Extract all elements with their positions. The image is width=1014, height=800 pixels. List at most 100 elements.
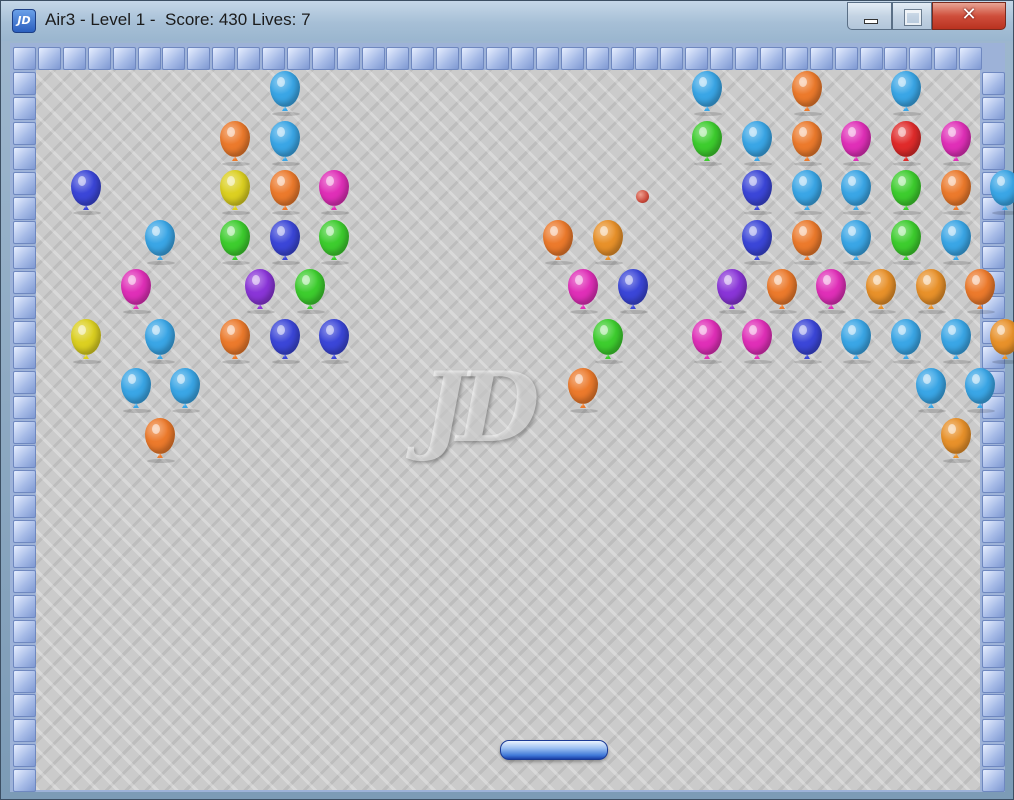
border-brick [982,246,1005,269]
balloon-shadow [992,211,1014,215]
border-brick [13,197,36,220]
close-button[interactable]: ✕ [932,2,1006,30]
border-brick [13,520,36,543]
balloon-shadow [868,310,896,314]
border-brick [959,47,982,70]
border-brick [13,97,36,120]
border-brick [13,620,36,643]
window-title: Air3 - Level 1 - Score: 430 Lives: 7 [45,10,311,29]
balloon-shadow [967,310,995,314]
balloon-shadow [943,261,971,265]
border-brick [212,47,235,70]
border-brick [982,97,1005,120]
border-brick [13,744,36,767]
balloon-shadow [147,261,175,265]
paddle[interactable] [500,740,608,760]
balloon-shadow [73,360,101,364]
balloon-shadow [272,211,300,215]
border-brick [586,47,609,70]
balloon-shadow [694,112,722,116]
balloon-shadow [321,211,349,215]
balloon-shadow [794,162,822,166]
balloon-shadow [272,261,300,265]
border-brick [982,595,1005,618]
balloon-shadow [719,310,747,314]
border-brick [88,47,111,70]
border-brick [13,470,36,493]
balloon-shadow [893,112,921,116]
border-brick [138,47,161,70]
border-brick [982,147,1005,170]
balloon-shadow [123,310,151,314]
balloon-shadow [123,409,151,413]
border-brick [982,520,1005,543]
border-brick [386,47,409,70]
border-brick [13,371,36,394]
border-brick [63,47,86,70]
balloon-shadow [172,409,200,413]
border-brick [13,670,36,693]
border-brick [13,296,36,319]
border-brick [237,47,260,70]
border-brick [262,47,285,70]
border-brick [982,670,1005,693]
border-brick [982,421,1005,444]
border-brick [13,396,36,419]
border-brick [982,620,1005,643]
balloon-shadow [744,211,772,215]
balloon-shadow [794,360,822,364]
border-brick [13,147,36,170]
border-brick [13,645,36,668]
maximize-icon [904,9,922,26]
balloon-shadow [272,360,300,364]
border-brick [909,47,932,70]
border-brick [287,47,310,70]
balloon-shadow [893,211,921,215]
border-brick [13,122,36,145]
border-brick [113,47,136,70]
balloon-shadow [222,360,250,364]
balloon-shadow [744,360,772,364]
game-window: JD Air3 - Level 1 - Score: 430 Lives: 7 … [0,0,1014,800]
border-brick [461,47,484,70]
balloon-shadow [744,162,772,166]
balloon-shadow [222,211,250,215]
border-brick [760,47,783,70]
border-brick [13,346,36,369]
border-brick [982,545,1005,568]
border-brick [13,421,36,444]
balloon-shadow [843,261,871,265]
border-brick [13,72,36,95]
maximize-button[interactable] [892,2,932,30]
border-brick [561,47,584,70]
balloon-shadow [943,360,971,364]
border-brick [982,694,1005,717]
balloon-shadow [595,360,623,364]
border-brick [685,47,708,70]
watermark-logo: JD [421,351,540,464]
balloon-shadow [222,261,250,265]
border-brick [13,271,36,294]
balloon-shadow [769,310,797,314]
border-brick [13,445,36,468]
border-brick [337,47,360,70]
balloon-shadow [147,459,175,463]
app-icon[interactable]: JD [12,9,36,33]
balloon-shadow [918,310,946,314]
border-brick [13,595,36,618]
border-brick [982,470,1005,493]
border-brick [810,47,833,70]
border-brick [13,495,36,518]
border-brick [982,495,1005,518]
border-brick [785,47,808,70]
balloon-shadow [570,409,598,413]
border-brick [38,47,61,70]
title-bar[interactable]: JD Air3 - Level 1 - Score: 430 Lives: 7 … [1,1,1013,41]
border-brick [982,719,1005,742]
balloon-shadow [918,409,946,413]
balloon-shadow [73,211,101,215]
balloon-shadow [893,360,921,364]
balloon-shadow [694,360,722,364]
close-icon: ✕ [961,4,977,25]
minimize-button[interactable] [847,2,892,30]
